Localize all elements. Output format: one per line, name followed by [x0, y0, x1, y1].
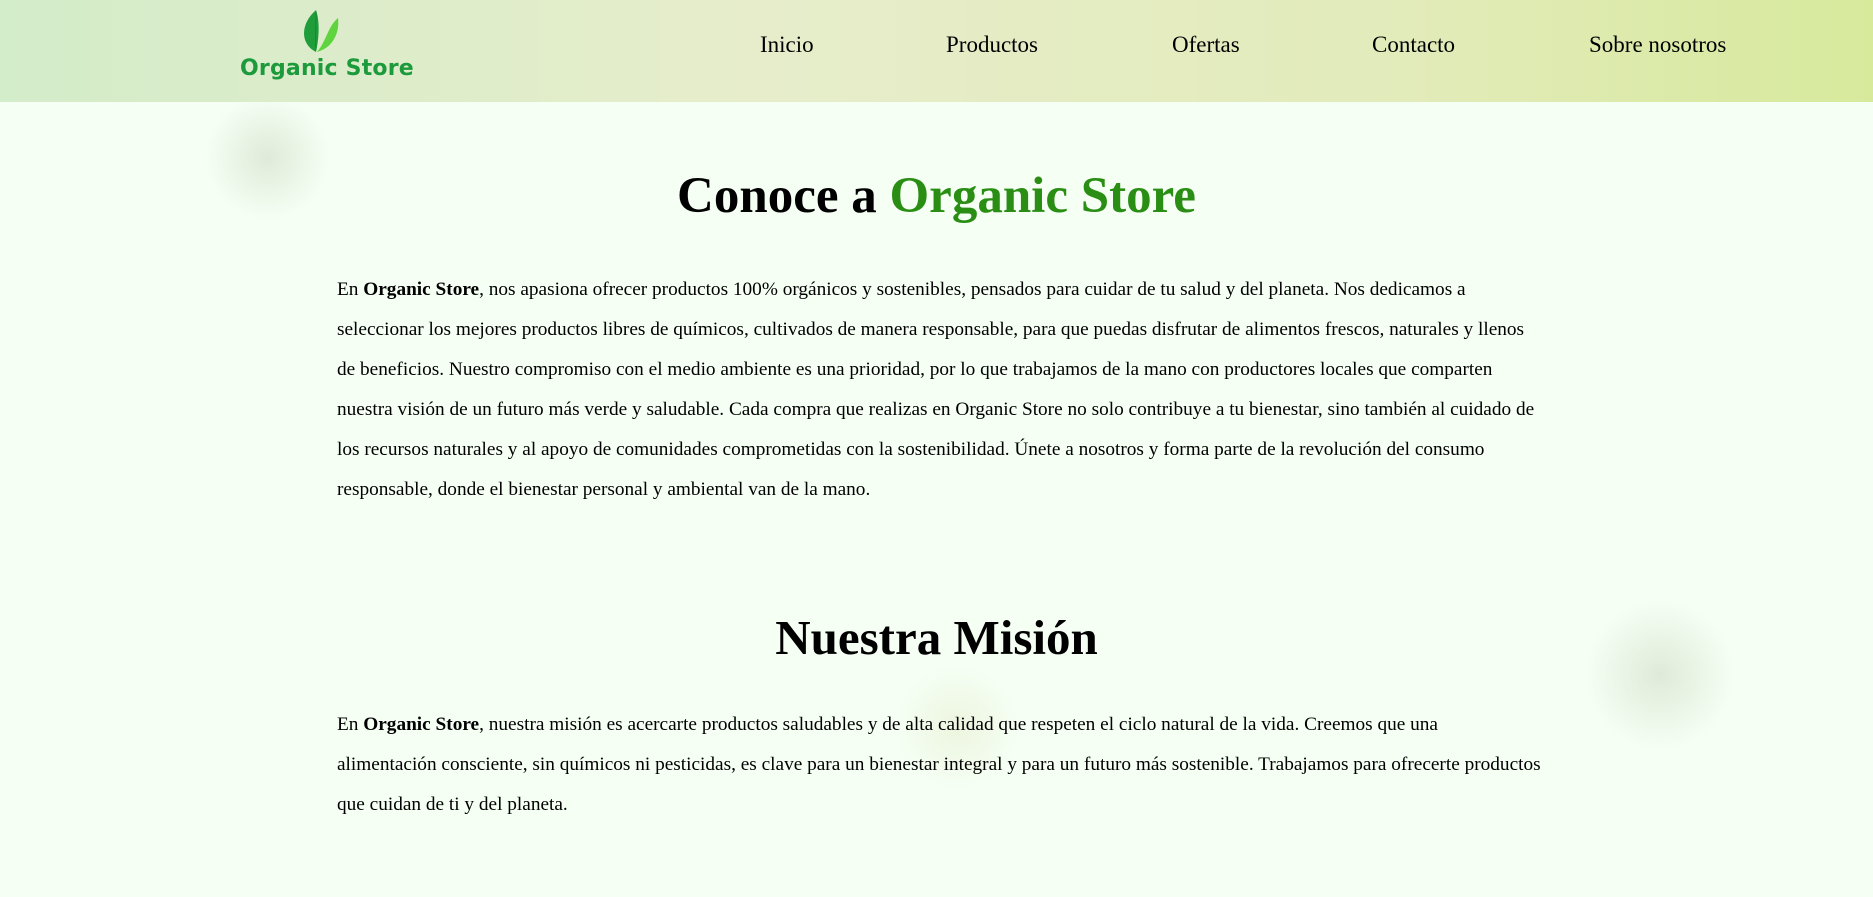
mission-para-brand: Organic Store — [363, 714, 480, 735]
nav-ofertas[interactable]: Ofertas — [1172, 32, 1240, 58]
about-paragraph: En Organic Store, nos apasiona ofrecer p… — [337, 270, 1542, 510]
nav-inicio[interactable]: Inicio — [760, 32, 814, 58]
page: Organic Store Inicio Productos Ofertas C… — [0, 0, 1873, 897]
mission-title: Nuestra Misión — [775, 610, 1098, 665]
about-para-start: En — [337, 279, 364, 300]
nav-contacto[interactable]: Contacto — [1372, 32, 1455, 58]
mission-paragraph: En Organic Store, nuestra misión es acer… — [337, 705, 1542, 825]
about-para-brand: Organic Store — [363, 279, 480, 300]
about-title-highlight: Organic Store — [889, 168, 1196, 224]
about-title: Conoce a Organic Store — [0, 166, 1873, 226]
mission-para-start: En — [337, 714, 364, 735]
about-para-rest: , nos apasiona ofrecer productos 100% or… — [337, 279, 1535, 500]
nav-productos[interactable]: Productos — [946, 32, 1038, 58]
main-nav: Inicio Productos Ofertas Contacto Sobre … — [0, 32, 1873, 64]
nav-sobre-nosotros[interactable]: Sobre nosotros — [1589, 32, 1726, 58]
mission-para-rest: , nuestra misión es acercarte productos … — [337, 714, 1541, 815]
site-header: Organic Store Inicio Productos Ofertas C… — [0, 0, 1873, 102]
about-title-prefix: Conoce a — [677, 168, 890, 224]
